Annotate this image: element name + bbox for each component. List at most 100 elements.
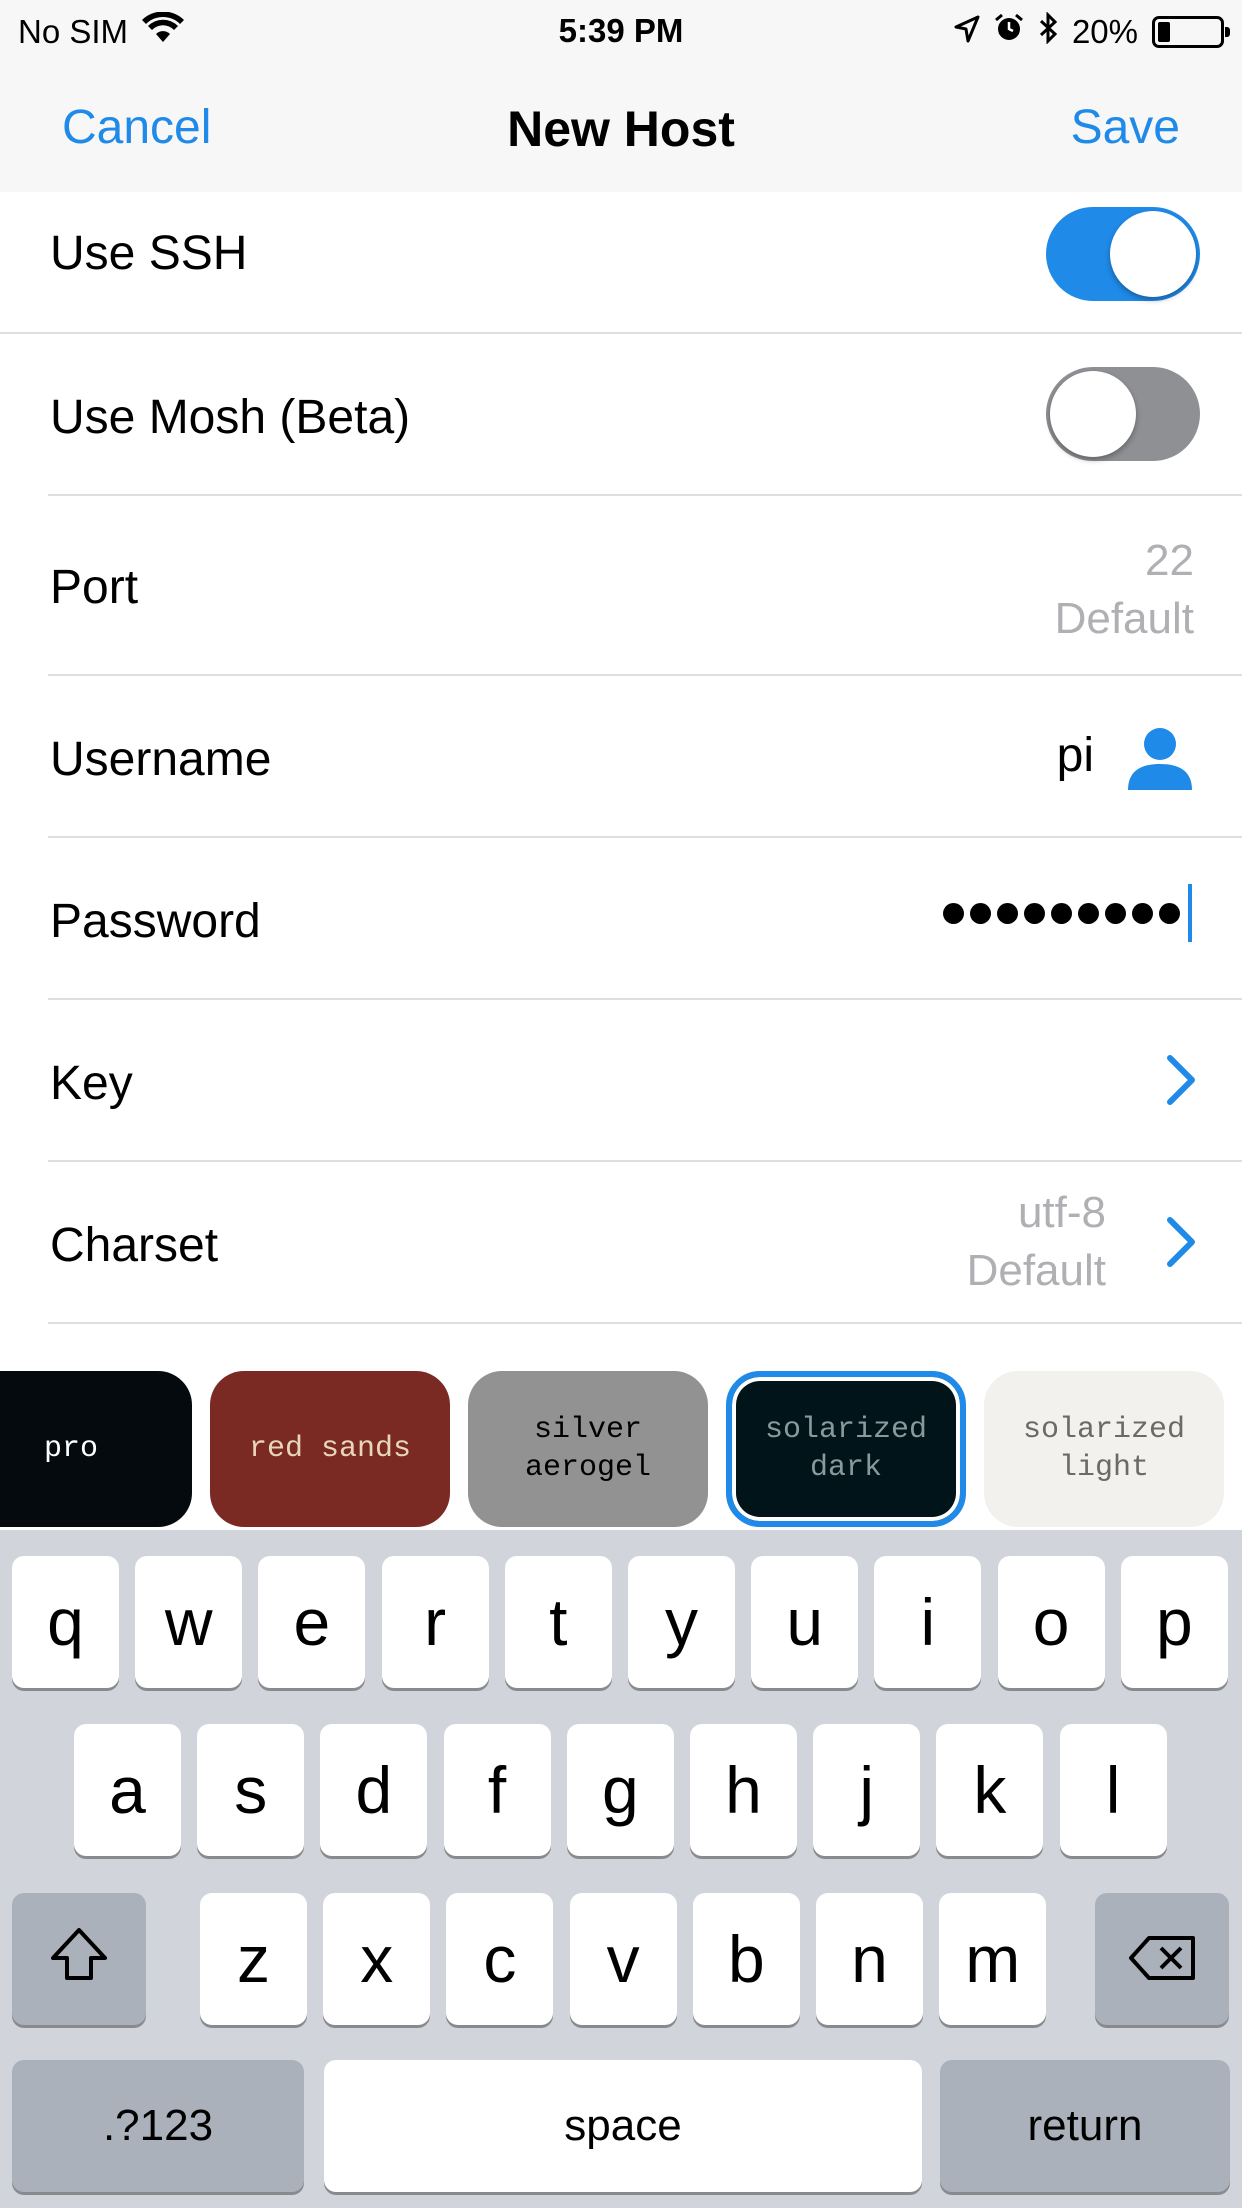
- battery-percent: 20%: [1071, 13, 1138, 50]
- port-label: Port: [50, 561, 139, 614]
- theme-option-solarized-dark[interactable]: solarized dark: [726, 1371, 966, 1527]
- key-b[interactable]: b: [692, 1893, 800, 2025]
- charset-row[interactable]: Charset utf-8 Default: [0, 1162, 1242, 1324]
- username-input[interactable]: pi: [1057, 728, 1094, 783]
- password-dot: [970, 902, 991, 924]
- use-mosh-row: Use Mosh (Beta): [0, 334, 1242, 496]
- key-z[interactable]: z: [200, 1893, 307, 2025]
- key-n[interactable]: n: [816, 1893, 923, 2025]
- port-input[interactable]: 22 Default: [1055, 532, 1194, 648]
- theme-label-line: solarized: [1022, 1413, 1186, 1447]
- status-bar: No SIM 5:39 PM 20%: [0, 0, 1242, 62]
- space-key[interactable]: space: [324, 2060, 922, 2192]
- theme-picker: pro red sands silver aerogel solarized dark so…: [0, 1368, 1242, 1530]
- key-j[interactable]: j: [813, 1724, 921, 1856]
- key-m[interactable]: m: [939, 1893, 1047, 2025]
- theme-label-line: solarized: [764, 1413, 928, 1447]
- theme-label-line: pro: [43, 1432, 98, 1466]
- theme-option-solarized-light[interactable]: solarized light: [984, 1371, 1224, 1527]
- password-dot: [1024, 902, 1045, 924]
- username-label: Username: [50, 733, 272, 786]
- toggle-knob: [1110, 211, 1196, 297]
- battery-icon: [1152, 16, 1230, 48]
- key-row[interactable]: Key: [0, 1000, 1242, 1162]
- key-v[interactable]: v: [569, 1893, 677, 2025]
- theme-label: solarized light: [1023, 1411, 1185, 1487]
- password-input[interactable]: [943, 884, 1192, 942]
- chevron-right-icon[interactable]: [1164, 1214, 1198, 1275]
- charset-value-stack: utf-8 Default: [967, 1184, 1106, 1300]
- page-title: New Host: [507, 101, 735, 157]
- username-row[interactable]: Username pi: [0, 676, 1242, 838]
- key-t[interactable]: t: [504, 1556, 612, 1688]
- key-w[interactable]: w: [135, 1556, 243, 1688]
- port-value: 22: [1145, 536, 1194, 585]
- key-y[interactable]: y: [628, 1556, 735, 1688]
- use-ssh-label: Use SSH: [50, 227, 248, 280]
- key-r[interactable]: r: [381, 1556, 489, 1688]
- theme-option-red-sands[interactable]: red sands: [210, 1371, 450, 1527]
- key-f[interactable]: f: [443, 1724, 551, 1856]
- key-c[interactable]: c: [446, 1893, 554, 2025]
- keyboard: .?123 space return qwertyuiop asdfghjkl zx…: [0, 1530, 1242, 2208]
- theme-label-line: light: [1058, 1451, 1149, 1485]
- theme-label: solarized dark: [765, 1411, 927, 1487]
- key-a[interactable]: a: [74, 1724, 181, 1856]
- password-dot: [1159, 902, 1180, 924]
- password-dot: [1051, 902, 1072, 924]
- key-d[interactable]: d: [320, 1724, 428, 1856]
- delete-key[interactable]: [1095, 1893, 1229, 2025]
- alarm-icon: [994, 13, 1024, 51]
- charset-label: Charset: [50, 1219, 219, 1272]
- key-e[interactable]: e: [258, 1556, 366, 1688]
- key-p[interactable]: p: [1120, 1556, 1228, 1688]
- bluetooth-icon: [1038, 11, 1058, 52]
- battery-level: [1158, 22, 1170, 42]
- key-q[interactable]: q: [12, 1556, 119, 1688]
- use-ssh-toggle[interactable]: [1046, 207, 1200, 301]
- navigation-bar: Cancel New Host Save: [0, 62, 1242, 192]
- key-i[interactable]: i: [874, 1556, 982, 1688]
- password-dot: [1105, 902, 1126, 924]
- contact-person-icon[interactable]: [1126, 726, 1194, 797]
- theme-option-silver-aerogel[interactable]: silver aerogel: [468, 1371, 708, 1527]
- port-row[interactable]: Port 22 Default: [0, 496, 1242, 676]
- key-l[interactable]: l: [1059, 1724, 1167, 1856]
- key-o[interactable]: o: [997, 1556, 1105, 1688]
- location-arrow-icon: [954, 13, 980, 51]
- status-right: 20%: [954, 11, 1230, 52]
- toggle-knob: [1050, 371, 1136, 457]
- password-row[interactable]: Password: [0, 838, 1242, 1000]
- theme-label-line: silver: [533, 1413, 643, 1447]
- password-dot: [1078, 902, 1099, 924]
- backspace-icon: [1127, 1921, 1197, 1997]
- key-x[interactable]: x: [323, 1893, 431, 2025]
- return-key[interactable]: return: [940, 2060, 1230, 2192]
- password-dot: [997, 902, 1018, 924]
- key-h[interactable]: h: [690, 1724, 797, 1856]
- key-k[interactable]: k: [936, 1724, 1044, 1856]
- theme-label-line: red sands: [248, 1432, 412, 1466]
- shift-key[interactable]: [12, 1893, 146, 2025]
- use-mosh-toggle[interactable]: [1046, 367, 1200, 461]
- theme-label-line: dark: [809, 1451, 882, 1485]
- port-hint: Default: [1054, 594, 1194, 643]
- charset-hint: Default: [966, 1246, 1106, 1295]
- save-button[interactable]: Save: [1071, 100, 1180, 155]
- theme-option-pro[interactable]: pro: [0, 1371, 192, 1527]
- row-separator: [48, 1322, 1242, 1324]
- shift-arrow-icon: [49, 1921, 109, 1997]
- numbers-key[interactable]: .?123: [12, 2060, 304, 2192]
- key-label: Key: [50, 1057, 133, 1110]
- key-g[interactable]: g: [566, 1724, 674, 1856]
- theme-label: red sands: [249, 1430, 411, 1468]
- chevron-right-icon[interactable]: [1164, 1052, 1198, 1113]
- key-s[interactable]: s: [197, 1724, 305, 1856]
- key-u[interactable]: u: [751, 1556, 859, 1688]
- password-dot: [943, 902, 964, 924]
- battery-nub: [1225, 27, 1230, 37]
- theme-label: pro: [44, 1430, 98, 1468]
- use-ssh-row: Use SSH: [0, 192, 1242, 334]
- text-cursor: [1188, 884, 1192, 942]
- password-label: Password: [50, 895, 261, 948]
